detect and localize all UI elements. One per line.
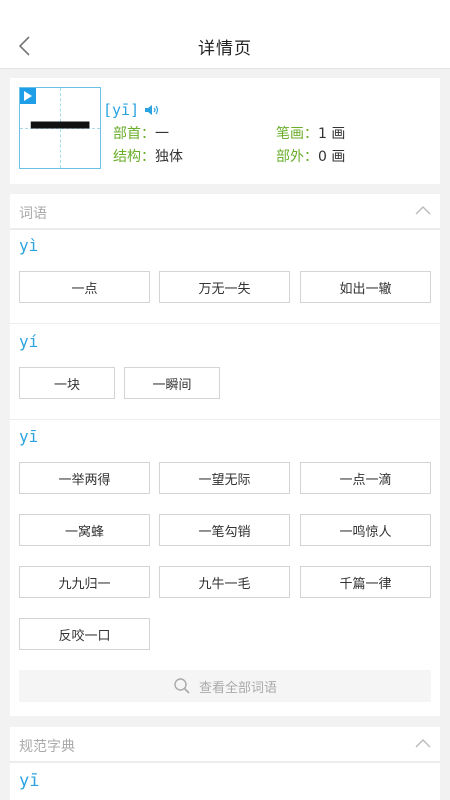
search-icon <box>174 678 190 694</box>
structure-value: 独体 <box>155 149 183 165</box>
character-card: 一 <box>10 78 440 184</box>
character-pinyin-row: [yī] <box>103 101 161 119</box>
word-button[interactable]: 一瞬间 <box>124 367 220 399</box>
top-bar: 详情页 <box>0 0 450 69</box>
group-divider <box>10 419 440 420</box>
pronounce-button[interactable] <box>145 104 161 116</box>
view-all-words-button[interactable]: 查看全部词语 <box>19 670 431 702</box>
word-button[interactable]: 一笔勾销 <box>159 514 290 546</box>
word-button[interactable]: 万无一失 <box>159 271 290 303</box>
words-section-header: 词语 <box>10 194 440 230</box>
radical-label: 部首： <box>113 126 155 142</box>
extra-strokes-value: 0 画 <box>318 149 346 165</box>
word-button[interactable]: 九九归一 <box>19 566 150 598</box>
word-group-pinyin: yì <box>19 236 39 255</box>
speaker-icon <box>145 105 159 115</box>
word-button[interactable]: 九牛一毛 <box>159 566 290 598</box>
word-button[interactable]: 一块 <box>19 367 115 399</box>
words-card: 词语 yì 一点 万无一失 如出一辙 yí 一块 一瞬间 yī 一举两得 一望无… <box>10 194 440 716</box>
play-stroke-animation-button[interactable] <box>20 88 36 104</box>
play-icon <box>24 91 32 101</box>
strokes-info: 笔画：1 画 <box>276 123 345 143</box>
group-divider <box>10 323 440 324</box>
word-group-pinyin: yí <box>19 332 39 351</box>
character-grid: 一 <box>19 87 101 169</box>
word-button[interactable]: 如出一辙 <box>300 271 431 303</box>
chevron-up-icon[interactable] <box>414 202 432 220</box>
dictionary-section-header: 规范字典 <box>10 727 440 763</box>
word-button[interactable]: 一窝蜂 <box>19 514 150 546</box>
radical-value: 一 <box>155 126 169 142</box>
chevron-up-icon[interactable] <box>414 735 432 753</box>
extra-strokes-info: 部外：0 画 <box>276 146 345 166</box>
dictionary-section-title: 规范字典 <box>19 739 75 755</box>
word-group-pinyin: yī <box>19 427 39 446</box>
word-button[interactable]: 一望无际 <box>159 462 290 494</box>
extra-strokes-label: 部外： <box>276 149 318 165</box>
word-button[interactable]: 一点 <box>19 271 150 303</box>
word-button[interactable]: 反咬一口 <box>19 618 150 650</box>
words-section-title: 词语 <box>19 206 47 222</box>
character-pinyin: [yī] <box>103 101 140 119</box>
word-button[interactable]: 一鸣惊人 <box>300 514 431 546</box>
structure-label: 结构： <box>113 149 155 165</box>
radical-info: 部首：一 <box>113 123 169 143</box>
word-button[interactable]: 一举两得 <box>19 462 150 494</box>
page-title: 详情页 <box>198 39 252 59</box>
view-all-words-label: 查看全部词语 <box>198 680 277 696</box>
strokes-label: 笔画： <box>276 126 318 142</box>
dictionary-card: 规范字典 yī <box>10 727 440 800</box>
structure-info: 结构：独体 <box>113 146 183 166</box>
strokes-value: 1 画 <box>318 126 346 142</box>
word-button[interactable]: 千篇一律 <box>300 566 431 598</box>
dictionary-pinyin: yī <box>19 771 40 791</box>
word-button[interactable]: 一点一滴 <box>300 462 431 494</box>
